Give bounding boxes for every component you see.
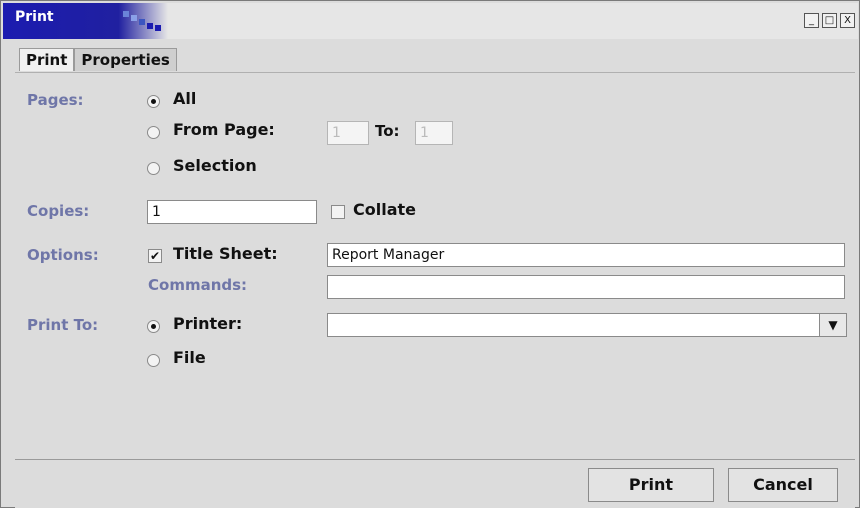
file-radio[interactable] (147, 354, 160, 367)
tab-strip: Print Properties (19, 48, 177, 72)
printer-radio[interactable] (147, 320, 160, 333)
print-to-label: Print To: (27, 316, 99, 334)
chevron-down-icon[interactable]: ▼ (819, 314, 846, 336)
button-bar: Print Cancel (15, 459, 855, 508)
print-button[interactable]: Print (588, 468, 714, 502)
copies-label: Copies: (27, 202, 90, 220)
to-label: To: (375, 122, 400, 140)
pages-label: Pages: (27, 91, 84, 109)
pages-from-radio[interactable] (147, 126, 160, 139)
pages-all-radio[interactable] (147, 95, 160, 108)
window-title: Print (15, 9, 54, 25)
pages-selection-label[interactable]: Selection (173, 156, 257, 175)
cancel-button[interactable]: Cancel (728, 468, 838, 502)
maximize-button[interactable]: □ (822, 13, 837, 28)
title-sheet-label[interactable]: Title Sheet: (173, 244, 278, 263)
print-dialog-window: Print _ □ X Print Properties Pages: All … (0, 0, 860, 508)
title-sheet-field[interactable]: Report Manager (327, 243, 845, 267)
minimize-button[interactable]: _ (804, 13, 819, 28)
tab-properties[interactable]: Properties (74, 48, 177, 71)
options-label: Options: (27, 246, 99, 264)
title-sheet-checkbox[interactable]: ✔ (148, 249, 162, 263)
close-button[interactable]: X (840, 13, 855, 28)
file-label[interactable]: File (173, 348, 206, 367)
title-bar[interactable]: Print _ □ X (3, 3, 858, 39)
pages-all-label[interactable]: All (173, 89, 196, 108)
print-tab-panel: Pages: All From Page: 1 To: 1 Selection … (15, 72, 855, 459)
to-page-field[interactable]: 1 (415, 121, 453, 145)
pages-from-label[interactable]: From Page: (173, 120, 275, 139)
commands-label: Commands: (148, 276, 248, 294)
collate-checkbox[interactable] (331, 205, 345, 219)
pages-selection-radio[interactable] (147, 162, 160, 175)
commands-field[interactable] (327, 275, 845, 299)
tab-print[interactable]: Print (19, 48, 75, 71)
collate-label[interactable]: Collate (353, 200, 416, 219)
from-page-field[interactable]: 1 (327, 121, 369, 145)
printer-label[interactable]: Printer: (173, 314, 242, 333)
printer-select[interactable]: ▼ (327, 313, 847, 337)
title-decoration-icon (123, 11, 161, 31)
copies-field[interactable]: 1 (147, 200, 317, 224)
